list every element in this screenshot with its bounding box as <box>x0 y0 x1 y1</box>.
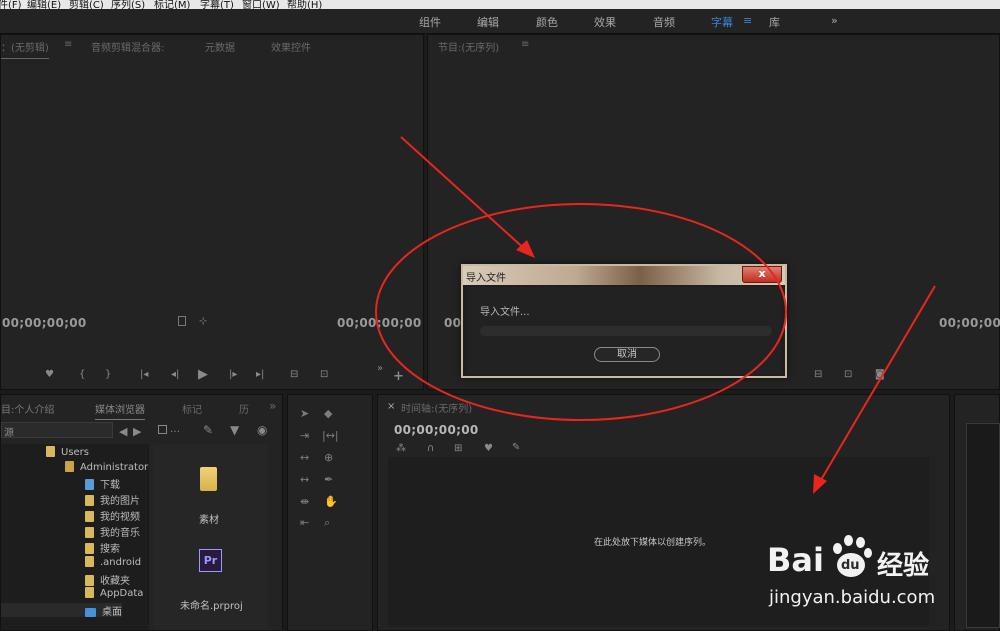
baidu-paw-icon: du <box>829 533 873 579</box>
annotation-arrow-line <box>817 285 936 486</box>
annotation-arrowhead <box>813 474 827 494</box>
baidu-watermark: Bai du 经验 jingyan.baidu.com <box>767 533 1000 615</box>
watermark-cn: 经验 <box>877 551 930 581</box>
annotation-circle <box>375 203 787 421</box>
annotation-arrow-line <box>400 136 529 253</box>
watermark-url: jingyan.baidu.com <box>769 587 936 608</box>
watermark-brand: Bai <box>767 541 824 579</box>
